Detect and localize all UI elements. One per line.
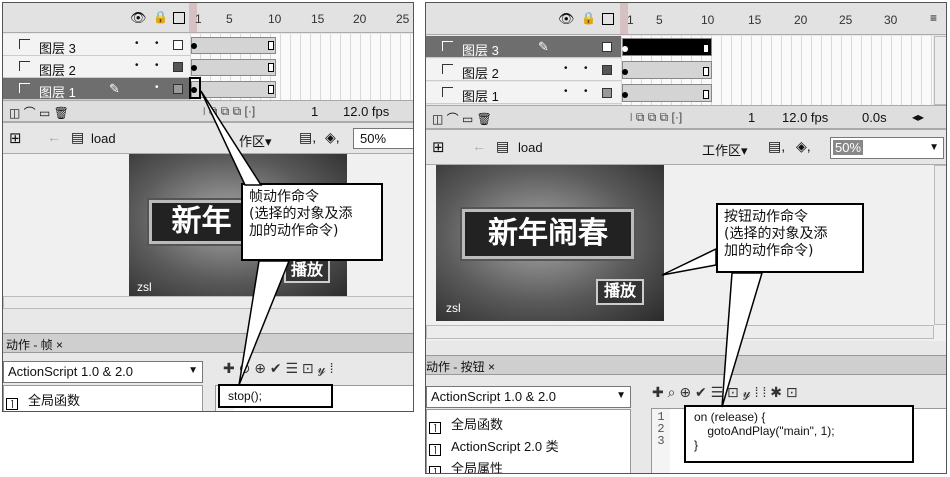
callout-pointers bbox=[200, 90, 291, 386]
left-screenshot: 👁 🔒 1 5 10 15 20 25 图层 3 • • 图层 2 • • 图层 1… bbox=[2, 2, 414, 412]
right-screenshot: 👁 🔒 1 5 10 15 20 25 30 ≡ 图层 3 ✎ 图层 2 • • … bbox=[425, 2, 947, 474]
callout-pointers bbox=[661, 247, 764, 408]
